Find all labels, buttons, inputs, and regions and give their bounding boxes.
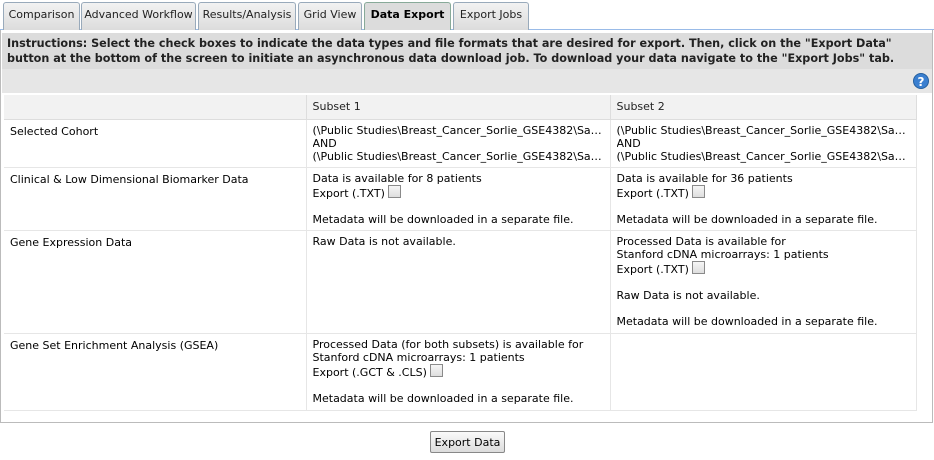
gsea-export-row: Export (.GCT & .CLS) xyxy=(312,363,604,379)
column-header-subset-2: Subset 2 xyxy=(610,95,917,120)
clinical-subset-2-export-row: Export (.TXT) xyxy=(616,184,910,200)
gene-subset-2-export-row: Export (.TXT) xyxy=(616,260,910,276)
clinical-subset-2-export-checkbox[interactable] xyxy=(691,184,705,198)
help-icon[interactable]: ? xyxy=(913,73,929,89)
clinical-subset-2-metadata-note: Metadata will be downloaded in a separat… xyxy=(616,212,878,226)
export-grid: Subset 1 Subset 2 Selected Cohort (\Publ… xyxy=(4,95,917,411)
cohort-subset-2-and: AND xyxy=(616,136,641,150)
cohort-subset-2-cell: (\Public Studies\Breast_Cancer_Sorlie_GS… xyxy=(610,119,917,168)
clinical-subset-1-metadata-note: Metadata will be downloaded in a separat… xyxy=(312,212,574,226)
table-row-clinical: Clinical & Low Dimensional Biomarker Dat… xyxy=(4,167,917,231)
row-label-gene-expression: Gene Expression Data xyxy=(4,230,307,334)
table-row-selected-cohort: Selected Cohort (\Public Studies\Breast_… xyxy=(4,119,917,168)
tab-grid-view[interactable]: Grid View xyxy=(298,2,362,30)
gene-subset-2-metadata-note: Metadata will be downloaded in a separat… xyxy=(616,314,878,328)
tab-export-jobs[interactable]: Export Jobs xyxy=(453,2,529,30)
row-label-clinical: Clinical & Low Dimensional Biomarker Dat… xyxy=(4,167,307,231)
gene-subset-1-cell: Raw Data is not available. xyxy=(306,230,611,334)
grid-header-row: Subset 1 Subset 2 xyxy=(4,95,917,120)
gene-subset-2-export-label: Export (.TXT) xyxy=(616,262,689,276)
cohort-subset-2-path-2: (\Public Studies\Breast_Cancer_Sorlie_GS… xyxy=(616,149,910,163)
tab-comparison[interactable]: Comparison xyxy=(3,2,80,30)
gene-subset-2-platform: Stanford cDNA microarrays: 1 patients xyxy=(616,247,829,261)
gsea-export-checkbox[interactable] xyxy=(429,363,443,377)
row-label-gsea: Gene Set Enrichment Analysis (GSEA) xyxy=(4,333,307,411)
gsea-platform: Stanford cDNA microarrays: 1 patients xyxy=(312,350,525,364)
gsea-export-label: Export (.GCT & .CLS) xyxy=(312,365,427,379)
column-header-label xyxy=(4,95,307,120)
gene-subset-2-processed-note: Processed Data is available for xyxy=(616,234,786,248)
cohort-subset-1-path-2: (\Public Studies\Breast_Cancer_Sorlie_GS… xyxy=(312,149,604,163)
clinical-subset-2-availability: Data is available for 36 patients xyxy=(616,171,793,185)
data-export-panel: Instructions: Select the check boxes to … xyxy=(0,30,933,423)
clinical-subset-1-availability: Data is available for 8 patients xyxy=(312,171,482,185)
gene-subset-2-cell: Processed Data is available for Stanford… xyxy=(610,230,917,334)
cohort-subset-1-and: AND xyxy=(312,136,337,150)
cohort-subset-2-path-1: (\Public Studies\Breast_Cancer_Sorlie_GS… xyxy=(616,123,910,137)
tab-results-analysis[interactable]: Results/Analysis xyxy=(198,2,296,30)
gsea-subset-1-cell: Processed Data (for both subsets) is ava… xyxy=(306,333,611,411)
tab-data-export[interactable]: Data Export xyxy=(364,2,451,32)
tab-strip: Comparison Advanced Workflow Results/Ana… xyxy=(0,0,934,32)
cohort-subset-1-cell: (\Public Studies\Breast_Cancer_Sorlie_GS… xyxy=(306,119,611,168)
gsea-subset-2-cell xyxy=(610,333,917,411)
table-row-gsea: Gene Set Enrichment Analysis (GSEA) Proc… xyxy=(4,333,917,411)
export-data-button[interactable]: Export Data xyxy=(430,431,505,453)
column-header-subset-1: Subset 1 xyxy=(306,95,611,120)
clinical-subset-1-export-checkbox[interactable] xyxy=(387,184,401,198)
row-label-selected-cohort: Selected Cohort xyxy=(4,119,307,168)
cohort-subset-1-path-1: (\Public Studies\Breast_Cancer_Sorlie_GS… xyxy=(312,123,604,137)
clinical-subset-2-cell: Data is available for 36 patients Export… xyxy=(610,167,917,231)
clinical-subset-1-export-row: Export (.TXT) xyxy=(312,184,604,200)
gene-subset-1-raw-note: Raw Data is not available. xyxy=(312,234,456,248)
clinical-subset-1-export-label: Export (.TXT) xyxy=(312,186,385,200)
tab-advanced-workflow[interactable]: Advanced Workflow xyxy=(81,2,196,30)
instructions-text: Instructions: Select the check boxes to … xyxy=(2,33,932,69)
gene-subset-2-export-checkbox[interactable] xyxy=(691,260,705,274)
table-row-gene-expression: Gene Expression Data Raw Data is not ava… xyxy=(4,230,917,334)
clinical-subset-2-export-label: Export (.TXT) xyxy=(616,186,689,200)
clinical-subset-1-cell: Data is available for 8 patients Export … xyxy=(306,167,611,231)
gsea-metadata-note: Metadata will be downloaded in a separat… xyxy=(312,391,574,405)
gsea-processed-note: Processed Data (for both subsets) is ava… xyxy=(312,337,584,351)
gene-subset-2-raw-note: Raw Data is not available. xyxy=(616,288,760,302)
help-toolbar: ? xyxy=(2,69,932,93)
